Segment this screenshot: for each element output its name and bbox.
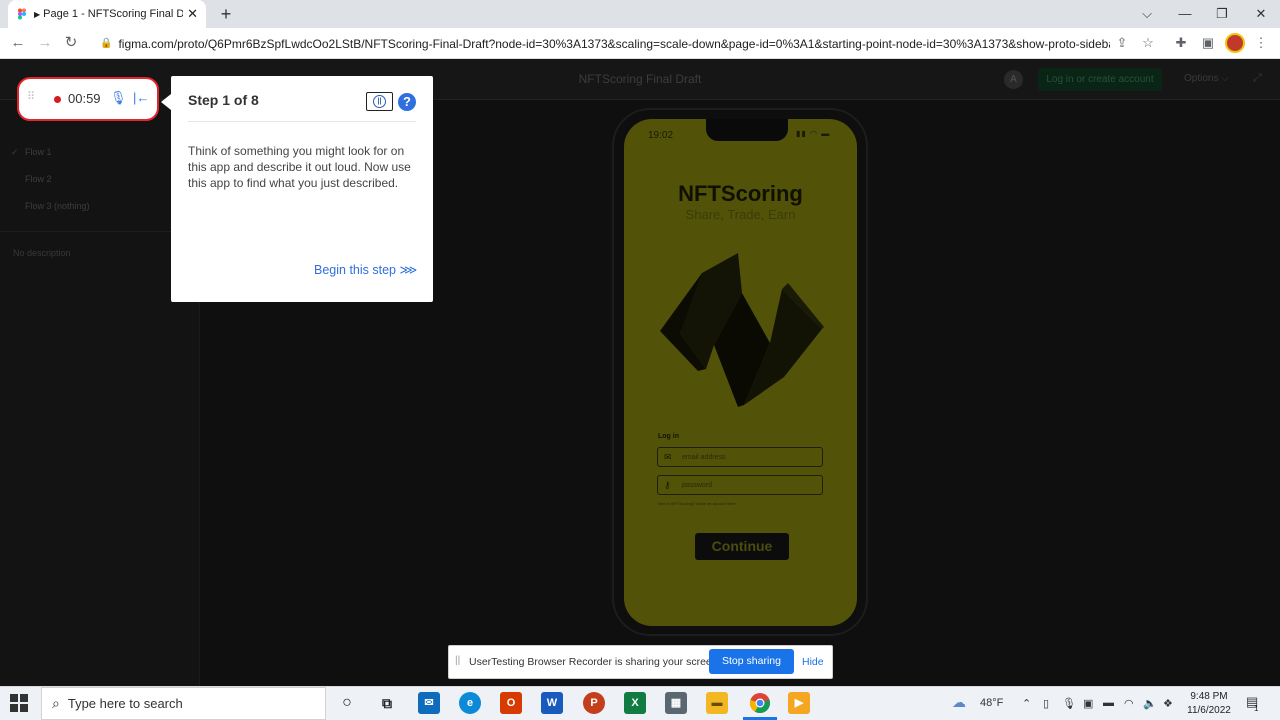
recorder-icon[interactable]: ▶ (788, 692, 810, 714)
clock-time: 9:48 PM (1190, 691, 1228, 702)
new-tab-button[interactable]: + (216, 4, 236, 24)
hide-button[interactable]: Hide (802, 656, 824, 668)
close-window-button[interactable]: ✕ (1246, 4, 1276, 24)
weather-cloud-icon[interactable]: ☁ (952, 694, 966, 711)
restore-button[interactable]: ❐ (1207, 4, 1237, 24)
step-instructions: Think of something you might look for on… (188, 144, 411, 190)
forward-icon[interactable]: → (34, 32, 56, 54)
meet-now-icon[interactable]: ▣ (1083, 697, 1093, 710)
device-icon[interactable]: ▯ (1043, 697, 1049, 710)
pause-icon: || (373, 95, 386, 108)
check-icon: ✓ (11, 147, 19, 157)
login-heading: Log in (658, 433, 679, 440)
phone-notch (706, 119, 788, 141)
signal-wifi-battery-icon: ▮▮ ◠ ▬ (796, 129, 831, 138)
flows-sidebar (0, 100, 200, 686)
options-menu[interactable]: Options ⌵ (1184, 73, 1229, 84)
nftscoring-logo-icon (660, 253, 824, 407)
notification-count: 1 (1254, 704, 1259, 713)
cortana-icon[interactable]: ○ (336, 692, 358, 714)
chrome-icon[interactable] (749, 692, 771, 714)
dropbox-icon[interactable]: ❖ (1163, 697, 1173, 710)
side-panel-icon[interactable]: ▣ (1199, 34, 1217, 52)
app-tagline: Share, Trade, Earn (685, 207, 796, 222)
password-placeholder: password (682, 481, 712, 489)
flow-item-2[interactable]: Flow 2 (25, 174, 52, 184)
task-view-icon[interactable]: ⧉ (376, 692, 398, 714)
address-bar[interactable]: 🔒 figma.com/proto/Q6Pmr6BzSpfLwdcOo2LStB… (90, 31, 1110, 56)
banner-grip-icon[interactable]: || (455, 655, 460, 666)
phone-clock: 19:02 (648, 130, 674, 141)
search-placeholder: Type here to search (67, 696, 183, 711)
email-placeholder: email address (682, 453, 726, 461)
tab-title: Page 1 - NFTScoring Final Draf (43, 8, 184, 20)
office-icon[interactable]: O (500, 692, 522, 714)
drag-handle-icon[interactable]: ⠿ (27, 90, 35, 103)
weather-temp[interactable]: 48°F (980, 697, 1003, 709)
pause-button[interactable]: || (366, 92, 393, 111)
back-icon[interactable]: ← (7, 32, 29, 54)
windows-start-icon[interactable] (10, 694, 28, 712)
close-tab-icon[interactable]: ✕ (187, 6, 198, 22)
edge-icon[interactable]: e (459, 692, 481, 714)
file-explorer-icon[interactable]: ▬ (706, 692, 728, 714)
figma-icon (18, 8, 26, 20)
sharing-message: UserTesting Browser Recorder is sharing … (469, 656, 721, 668)
menu-kebab-icon[interactable]: ⋮ (1252, 34, 1270, 52)
recording-timer: 00:59 (68, 91, 101, 106)
flow-item-1[interactable]: Flow 1 (25, 147, 52, 157)
login-button[interactable]: Log in or create account (1038, 68, 1162, 91)
url-text: figma.com/proto/Q6Pmr6BzSpfLwdcOo2LStB/N… (118, 36, 1110, 51)
fullscreen-icon[interactable]: ⤢ (1253, 72, 1262, 85)
mail-icon[interactable]: ✉ (418, 692, 440, 714)
extensions-icon[interactable]: ✚ (1172, 34, 1190, 52)
system-clock[interactable]: 9:48 PM 11/6/2022 (1184, 690, 1234, 718)
play-icon: ▶ (34, 9, 41, 19)
step-card-pointer (161, 94, 171, 110)
clock-date: 11/6/2022 (1187, 705, 1231, 716)
step-title: Step 1 of 8 (188, 92, 259, 108)
reload-icon[interactable]: ↻ (60, 32, 82, 54)
begin-step-button[interactable]: Begin this step ⋙ (314, 262, 417, 277)
signup-link[interactable]: New to NFTScoring? Make an account here (658, 501, 736, 506)
word-icon[interactable]: W (541, 692, 563, 714)
mail-icon: ✉ (664, 451, 672, 462)
flow-item-3[interactable]: Flow 3 (nothing) (25, 201, 90, 211)
search-icon: ⌕ (52, 695, 60, 711)
help-icon[interactable]: ? (398, 93, 416, 111)
calculator-icon[interactable]: ▦ (665, 692, 687, 714)
step-divider (188, 121, 416, 122)
browser-tab[interactable]: ▶ Page 1 - NFTScoring Final Draf ✕ (8, 0, 206, 28)
app-brand-title: NFTScoring (678, 181, 803, 206)
stop-sharing-button[interactable]: Stop sharing (709, 649, 794, 674)
sidebar-divider (0, 231, 199, 232)
continue-button[interactable]: Continue (695, 533, 789, 560)
lock-icon: 🔒 (100, 38, 113, 49)
user-avatar[interactable]: A (1004, 70, 1023, 89)
key-icon: ⚷ (664, 479, 671, 490)
minimize-button[interactable]: — (1170, 4, 1200, 24)
wifi-icon[interactable]: ◠ (1124, 697, 1134, 710)
password-field[interactable]: ⚷ password (657, 475, 823, 495)
powerpoint-icon[interactable]: P (583, 692, 605, 714)
profile-avatar[interactable] (1225, 33, 1245, 53)
flow-description: No description (13, 248, 71, 258)
email-field[interactable]: ✉ email address (657, 447, 823, 467)
volume-icon[interactable]: 🔈 (1143, 697, 1157, 710)
battery-icon[interactable]: ▬ (1103, 697, 1114, 709)
taskbar-search[interactable]: ⌕ Type here to search (41, 687, 326, 720)
microphone-icon[interactable]: 🎙 (110, 90, 127, 106)
bookmark-star-icon[interactable]: ☆ (1139, 34, 1157, 52)
recording-dot-icon (54, 96, 61, 103)
share-icon[interactable]: ⇪ (1113, 34, 1131, 52)
tab-search-icon[interactable]: ⌵ (1132, 4, 1162, 24)
excel-icon[interactable]: X (624, 692, 646, 714)
collapse-icon[interactable]: |← (133, 90, 149, 105)
mic-tray-icon[interactable]: 🎙 (1062, 697, 1076, 710)
show-hidden-icons[interactable]: ⌃ (1022, 697, 1031, 710)
